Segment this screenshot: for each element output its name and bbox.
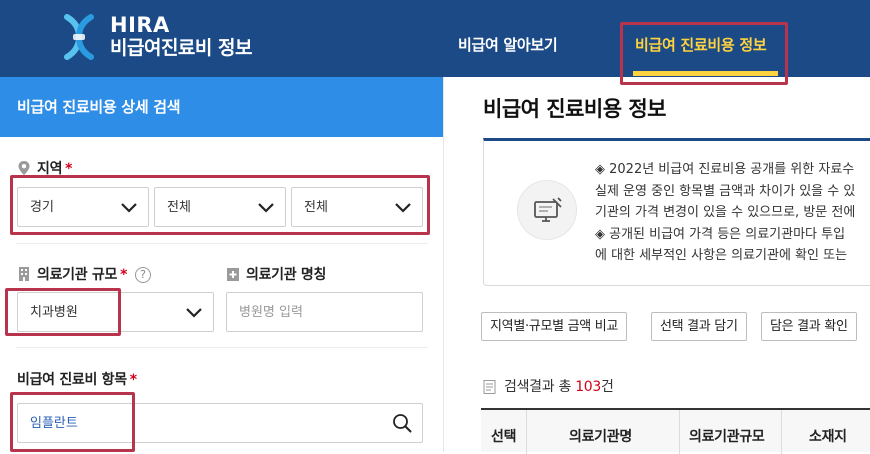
- notice-line: 기관의 가격 변경이 있을 수 있으므로, 방문 전에: [595, 205, 856, 220]
- facility-name-placeholder: 병원명 입력: [239, 305, 303, 320]
- section-divider: [16, 347, 428, 348]
- compare-by-region-button[interactable]: 지역별·규모별 금액 비교: [481, 312, 628, 341]
- treatment-item-label-text: 비급여 진료비 항목: [17, 372, 127, 388]
- column-divider: [526, 410, 527, 454]
- notice-line: 실제 운영 중인 항목별 금액과 차이가 있을 수 있: [595, 183, 856, 199]
- building-icon: [19, 267, 29, 281]
- column-header-select: 선택: [491, 429, 517, 445]
- page-title: 비급여 진료비용 정보: [483, 97, 667, 121]
- highlight-box-scale: [5, 288, 121, 336]
- treatment-item-label: 비급여 진료비 항목 *: [17, 371, 137, 389]
- hira-logo-icon[interactable]: [62, 14, 96, 60]
- result-prefix: 검색결과 총: [504, 379, 576, 395]
- facility-name-label: 의료기관 명칭: [246, 267, 327, 283]
- notice-icon-circle: [517, 180, 577, 240]
- column-divider: [679, 410, 680, 454]
- search-panel-title: 비급여 진료비용 상세 검색: [17, 98, 181, 116]
- facility-scale-label: 의료기관 규모 *: [37, 266, 127, 284]
- column-header-facility-name[interactable]: 의료기관명: [569, 428, 632, 446]
- view-saved-button[interactable]: 담은 결과 확인: [761, 312, 857, 341]
- save-selection-button[interactable]: 선택 결과 담기: [651, 312, 747, 341]
- search-result-count: 검색결과 총 103건: [504, 378, 614, 396]
- facility-name-field[interactable]: 병원명 입력: [226, 292, 423, 332]
- location-pin-icon: [18, 161, 30, 175]
- highlight-box-nav: [620, 22, 788, 85]
- column-header-location[interactable]: 소재지: [809, 428, 847, 446]
- treatment-item-required-mark: *: [129, 372, 137, 388]
- column-divider: [781, 410, 782, 454]
- section-divider: [16, 243, 428, 244]
- facility-scale-label-text: 의료기관 규모: [37, 267, 118, 283]
- highlight-box-region: [10, 175, 430, 235]
- result-number: 103: [575, 379, 602, 395]
- hospital-cross-icon: [227, 268, 239, 281]
- chevron-down-icon: [186, 308, 202, 318]
- highlight-box-item: [10, 392, 135, 452]
- document-icon: [483, 380, 496, 394]
- results-table-header: 선택 의료기관명 의료기관규모 소재지: [481, 408, 870, 454]
- notice-text: ◈ 2022년 비급여 진료비용 공개를 위한 자료수 실제 운영 중인 항목별…: [595, 159, 870, 267]
- notice-line: ◈ 공개된 비급여 가격 등은 의료기관마다 투입: [595, 226, 846, 242]
- monitor-tools-icon: [534, 197, 562, 222]
- logo-subtitle[interactable]: 비급여진료비 정보: [110, 36, 252, 60]
- logo-name[interactable]: HIRA: [110, 14, 170, 36]
- search-icon[interactable]: [392, 413, 412, 433]
- column-header-facility-scale[interactable]: 의료기관규모: [689, 428, 765, 446]
- notice-line: 에 대한 세부적인 사항은 의료기관에 확인 또는: [595, 248, 848, 263]
- notice-line: ◈ 2022년 비급여 진료비용 공개를 위한 자료수: [595, 162, 855, 177]
- result-suffix: 건: [601, 379, 614, 395]
- facility-scale-required-mark: *: [120, 267, 128, 283]
- panel-divider: [443, 77, 444, 452]
- nav-item-about-noncovered[interactable]: 비급여 알아보기: [458, 35, 558, 55]
- notice-box: ◈ 2022년 비급여 진료비용 공개를 위한 자료수 실제 운영 중인 항목별…: [483, 138, 870, 286]
- help-icon[interactable]: ?: [135, 267, 151, 283]
